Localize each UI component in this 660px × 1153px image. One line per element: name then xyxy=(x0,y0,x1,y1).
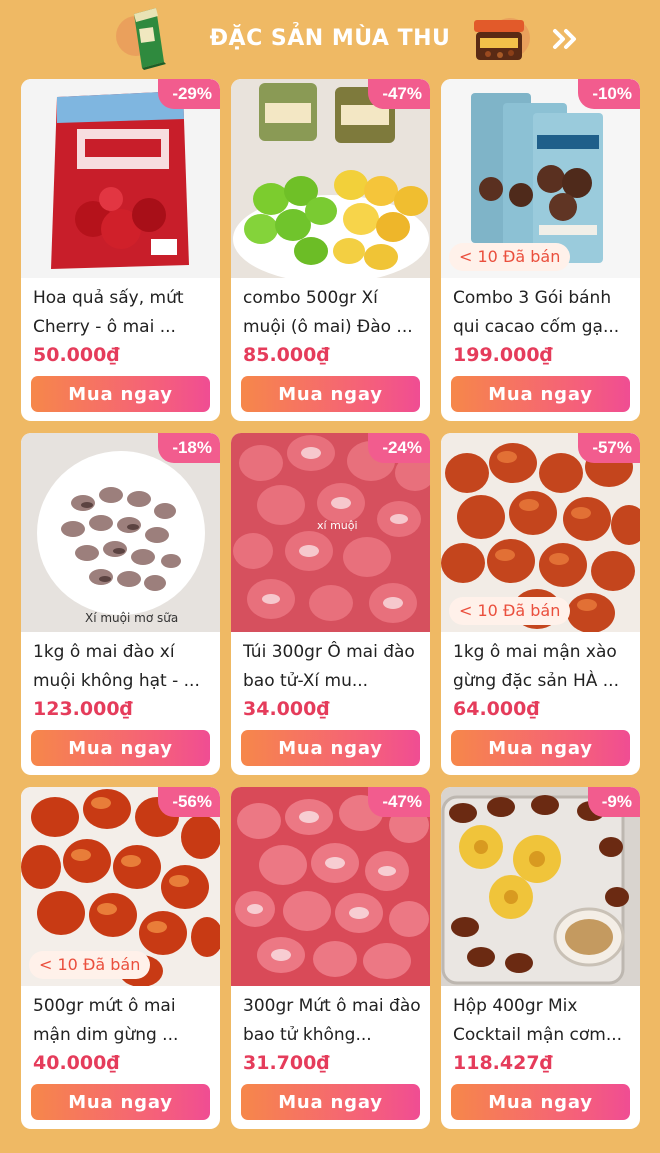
product-price: 31.700₫ xyxy=(243,1052,330,1074)
sold-count-badge: < 10 Đã bán xyxy=(29,951,151,979)
discount-badge: -47% xyxy=(368,79,430,109)
product-card[interactable]: -57% < 10 Đã bán 1kg ô mai mận xào gừng … xyxy=(441,433,640,775)
buy-now-button[interactable]: Mua ngay xyxy=(31,730,210,766)
discount-badge: -56% xyxy=(158,787,220,817)
discount-badge: -57% xyxy=(578,433,640,463)
product-card[interactable]: Xí muội mơ sữa -18% 1kg ô mai đào xí muộ… xyxy=(21,433,220,775)
double-chevron-right-icon[interactable] xyxy=(552,28,578,50)
product-name[interactable]: combo 500gr Xí muội (ô mai) Đào ... xyxy=(243,284,423,342)
product-price: 40.000₫ xyxy=(33,1052,120,1074)
buy-now-button[interactable]: Mua ngay xyxy=(451,730,630,766)
buy-now-button[interactable]: Mua ngay xyxy=(31,376,210,412)
product-card[interactable]: -47% combo 500gr Xí muội (ô mai) Đào ...… xyxy=(231,79,430,421)
product-price: 118.427₫ xyxy=(453,1052,553,1074)
discount-badge: -24% xyxy=(368,433,430,463)
buy-now-button[interactable]: Mua ngay xyxy=(31,1084,210,1120)
buy-now-button[interactable]: Mua ngay xyxy=(241,1084,420,1120)
discount-badge: -18% xyxy=(158,433,220,463)
product-card[interactable]: -47% 300gr Mứt ô mai đào bao tử không...… xyxy=(231,787,430,1129)
product-name[interactable]: 300gr Mứt ô mai đào bao tử không... xyxy=(243,992,423,1050)
discount-badge: -47% xyxy=(368,787,430,817)
product-card[interactable]: -56% < 10 Đã bán 500gr mứt ô mai mận dim… xyxy=(21,787,220,1129)
product-name[interactable]: 1kg ô mai mận xào gừng đặc sản HÀ ... xyxy=(453,638,633,696)
product-name[interactable]: 1kg ô mai đào xí muội không hạt - ... xyxy=(33,638,213,696)
product-price: 64.000₫ xyxy=(453,698,540,720)
discount-badge: -29% xyxy=(158,79,220,109)
product-name[interactable]: 500gr mứt ô mai mận dim gừng ... xyxy=(33,992,213,1050)
product-card[interactable]: -29% Hoa quả sấy, mứt Cherry - ô mai ...… xyxy=(21,79,220,421)
section-header: ĐẶC SẢN MÙA THU xyxy=(0,0,660,78)
product-name[interactable]: Combo 3 Gói bánh qui cacao cốm gạ... xyxy=(453,284,633,342)
product-card[interactable]: xí muội -24% Túi 300gr Ô mai đào bao tử-… xyxy=(231,433,430,775)
image-caption: xí muội xyxy=(317,519,358,532)
image-caption: Xí muội mơ sữa xyxy=(85,611,179,625)
buy-now-button[interactable]: Mua ngay xyxy=(241,376,420,412)
product-grid: -29% Hoa quả sấy, mứt Cherry - ô mai ...… xyxy=(21,79,641,1129)
product-name[interactable]: Túi 300gr Ô mai đào bao tử-Xí mu... xyxy=(243,638,423,696)
product-name[interactable]: Hoa quả sấy, mứt Cherry - ô mai ... xyxy=(33,284,213,342)
product-name[interactable]: Hộp 400gr Mix Cocktail mận cơm... xyxy=(453,992,633,1050)
buy-now-button[interactable]: Mua ngay xyxy=(451,376,630,412)
discount-badge: -10% xyxy=(578,79,640,109)
product-price: 123.000₫ xyxy=(33,698,133,720)
product-price: 34.000₫ xyxy=(243,698,330,720)
product-card[interactable]: -10% < 10 Đã bán Combo 3 Gói bánh qui ca… xyxy=(441,79,640,421)
buy-now-button[interactable]: Mua ngay xyxy=(451,1084,630,1120)
product-price: 50.000₫ xyxy=(33,344,120,366)
buy-now-button[interactable]: Mua ngay xyxy=(241,730,420,766)
product-price: 85.000₫ xyxy=(243,344,330,366)
product-card[interactable]: -9% Hộp 400gr Mix Cocktail mận cơm... 11… xyxy=(441,787,640,1129)
sold-count-badge: < 10 Đã bán xyxy=(449,243,571,271)
sold-count-badge: < 10 Đã bán xyxy=(449,597,571,625)
product-price: 199.000₫ xyxy=(453,344,553,366)
discount-badge: -9% xyxy=(587,787,640,817)
